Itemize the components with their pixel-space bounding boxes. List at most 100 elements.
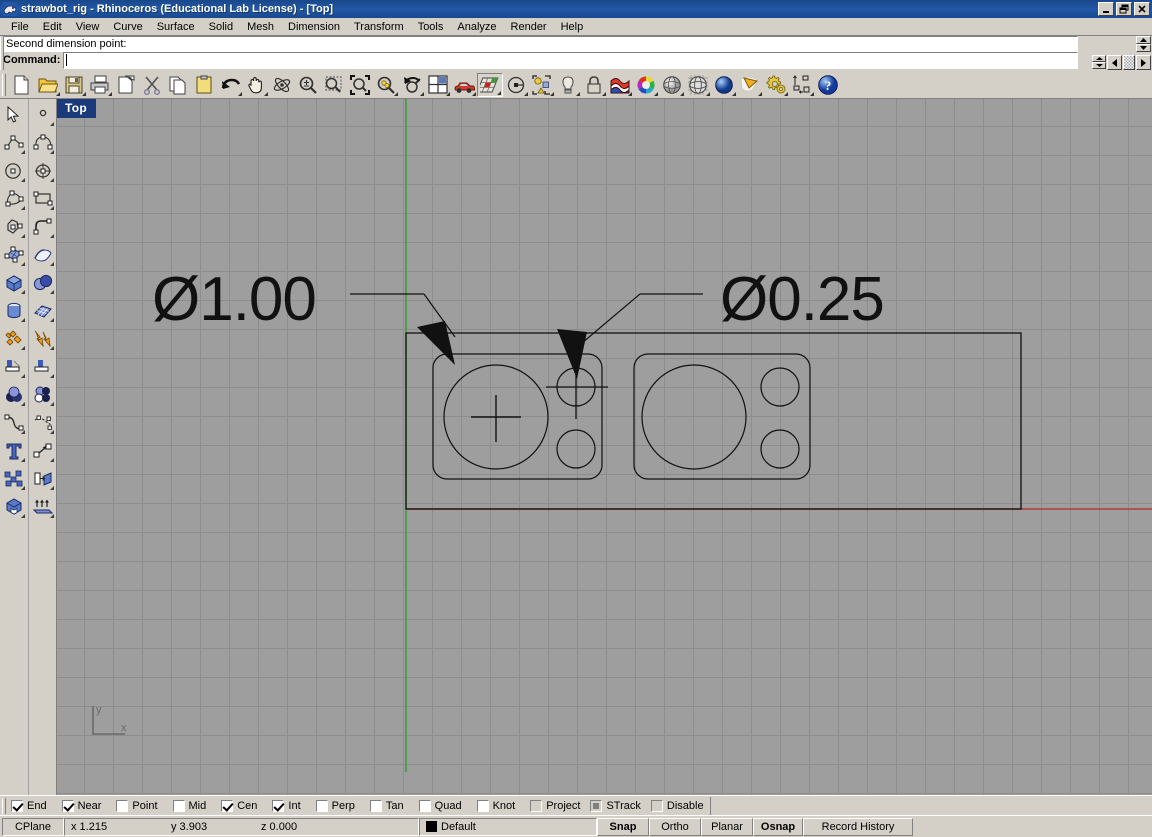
cut-copy-page-icon[interactable] bbox=[113, 73, 139, 97]
material-icon[interactable] bbox=[607, 73, 633, 97]
top-viewport[interactable]: Top Ø1.00 Ø0.25 y x bbox=[57, 99, 1152, 795]
osnap-project[interactable]: Project bbox=[530, 799, 580, 812]
extrude-icon[interactable] bbox=[30, 493, 56, 521]
osnap-end[interactable]: End bbox=[11, 799, 47, 812]
diameter-dim-large-text[interactable]: Ø1.00 bbox=[152, 264, 317, 335]
scroll-left-icon[interactable] bbox=[1107, 55, 1122, 70]
print-icon[interactable] bbox=[87, 73, 113, 97]
osnap-perp-checkbox[interactable] bbox=[315, 799, 328, 812]
osnap-cen[interactable]: Cen bbox=[221, 799, 257, 812]
undo-view-icon[interactable] bbox=[399, 73, 425, 97]
toolbar-grip[interactable] bbox=[2, 73, 6, 96]
osnap-int[interactable]: Int bbox=[272, 799, 301, 812]
menu-item-edit[interactable]: Edit bbox=[36, 20, 69, 34]
viewport-label[interactable]: Top bbox=[57, 99, 96, 118]
osnap-perp[interactable]: Perp bbox=[315, 799, 355, 812]
zoom-selected-icon[interactable] bbox=[373, 73, 399, 97]
diameter-dim-small-text[interactable]: Ø0.25 bbox=[720, 264, 885, 335]
polygon-icon[interactable] bbox=[1, 213, 27, 241]
osnap-near[interactable]: Near bbox=[61, 799, 101, 812]
osnap-tan-checkbox[interactable] bbox=[369, 799, 382, 812]
menu-item-mesh[interactable]: Mesh bbox=[240, 20, 281, 34]
paste-clipboard-icon[interactable] bbox=[191, 73, 217, 97]
menu-item-help[interactable]: Help bbox=[554, 20, 591, 34]
scale-icon[interactable] bbox=[30, 437, 56, 465]
rectangle-icon[interactable] bbox=[30, 185, 56, 213]
osnap-end-checkbox[interactable] bbox=[11, 799, 23, 812]
spin-up-icon[interactable] bbox=[1092, 55, 1106, 62]
wireframe-sphere-icon[interactable] bbox=[685, 73, 711, 97]
circle-icon[interactable] bbox=[1, 157, 27, 185]
explode-icon[interactable] bbox=[30, 325, 56, 353]
menu-item-transform[interactable]: Transform bbox=[347, 20, 411, 34]
scroll-up-icon[interactable] bbox=[1136, 36, 1151, 44]
zoom-extents-icon[interactable] bbox=[347, 73, 373, 97]
ghosted-sphere-icon[interactable] bbox=[659, 73, 685, 97]
four-viewport-icon[interactable] bbox=[425, 73, 451, 97]
osnap-toggle[interactable]: Osnap bbox=[753, 817, 803, 836]
rotate-view-icon[interactable] bbox=[269, 73, 295, 97]
select-arrow-icon[interactable] bbox=[1, 101, 27, 129]
osnap-quad[interactable]: Quad bbox=[418, 799, 462, 812]
fillet-curve-icon[interactable] bbox=[1, 409, 27, 437]
restore-icon[interactable] bbox=[1116, 2, 1132, 16]
planar-toggle[interactable]: Planar bbox=[701, 817, 753, 836]
scroll-down-icon[interactable] bbox=[1136, 44, 1151, 52]
minimize-icon[interactable] bbox=[1098, 2, 1114, 16]
ellipse-icon[interactable] bbox=[30, 157, 56, 185]
osnap-cen-checkbox[interactable] bbox=[221, 799, 234, 812]
surface-edge-curves-icon[interactable] bbox=[30, 241, 56, 269]
split-icon[interactable] bbox=[30, 353, 56, 381]
osnap-knot-checkbox[interactable] bbox=[476, 799, 489, 812]
menu-item-curve[interactable]: Curve bbox=[106, 20, 149, 34]
options-gears-icon[interactable] bbox=[763, 73, 789, 97]
cap-solid-icon[interactable] bbox=[1, 493, 27, 521]
menu-item-surface[interactable]: Surface bbox=[150, 20, 202, 34]
menu-item-analyze[interactable]: Analyze bbox=[450, 20, 503, 34]
osnap-mid[interactable]: Mid bbox=[172, 799, 206, 812]
properties-circle-icon[interactable] bbox=[503, 73, 529, 97]
curve-control-points-icon[interactable] bbox=[30, 129, 56, 157]
open-file-icon[interactable] bbox=[35, 73, 61, 97]
color-wheel-icon[interactable] bbox=[633, 73, 659, 97]
osnap-disable-checkbox[interactable] bbox=[650, 799, 663, 812]
pan-hand-icon[interactable] bbox=[243, 73, 269, 97]
undo-arrow-icon[interactable] bbox=[217, 73, 243, 97]
text-tool-icon[interactable] bbox=[1, 437, 27, 465]
osnap-quad-checkbox[interactable] bbox=[418, 799, 431, 812]
copy-pages-icon[interactable] bbox=[165, 73, 191, 97]
osnap-near-checkbox[interactable] bbox=[61, 799, 74, 812]
point-icon[interactable] bbox=[30, 101, 56, 129]
menu-item-view[interactable]: View bbox=[69, 20, 107, 34]
mesh-plane-icon[interactable] bbox=[30, 297, 56, 325]
osnap-grip[interactable] bbox=[2, 797, 6, 814]
menu-item-file[interactable]: File bbox=[4, 20, 36, 34]
scrollbar-thumb[interactable] bbox=[1123, 55, 1135, 70]
menu-item-tools[interactable]: Tools bbox=[411, 20, 451, 34]
osnap-tan[interactable]: Tan bbox=[369, 799, 404, 812]
osnap-strack[interactable]: STrack bbox=[590, 799, 641, 812]
menu-item-dimension[interactable]: Dimension bbox=[281, 20, 347, 34]
render-preview-icon[interactable] bbox=[737, 73, 763, 97]
command-input[interactable] bbox=[63, 52, 1078, 69]
shade-grid-icon[interactable] bbox=[477, 72, 503, 97]
command-line-scrollbar[interactable] bbox=[1079, 54, 1151, 71]
save-file-icon[interactable] bbox=[61, 73, 87, 97]
zoom-window-icon[interactable] bbox=[321, 73, 347, 97]
cylinder-solid-icon[interactable] bbox=[1, 297, 27, 325]
help-question-icon[interactable]: ? bbox=[815, 73, 841, 97]
shaded-sphere-icon[interactable] bbox=[711, 73, 737, 97]
snap-toggle[interactable]: Snap bbox=[597, 817, 649, 836]
command-history-scrollbar[interactable] bbox=[1136, 36, 1151, 52]
spin-down-icon[interactable] bbox=[1092, 62, 1106, 69]
cplane-indicator[interactable]: CPlane bbox=[2, 817, 64, 836]
copy-object-icon[interactable] bbox=[30, 465, 56, 493]
trim-icon[interactable] bbox=[1, 353, 27, 381]
layer-objects-icon[interactable] bbox=[529, 73, 555, 97]
command-grip[interactable] bbox=[0, 37, 4, 70]
polyline-icon[interactable] bbox=[1, 129, 27, 157]
osnap-disable[interactable]: Disable bbox=[650, 799, 704, 812]
curve-interp-icon[interactable] bbox=[1, 185, 27, 213]
osnap-project-checkbox[interactable] bbox=[530, 799, 543, 812]
box-solid-icon[interactable] bbox=[1, 269, 27, 297]
